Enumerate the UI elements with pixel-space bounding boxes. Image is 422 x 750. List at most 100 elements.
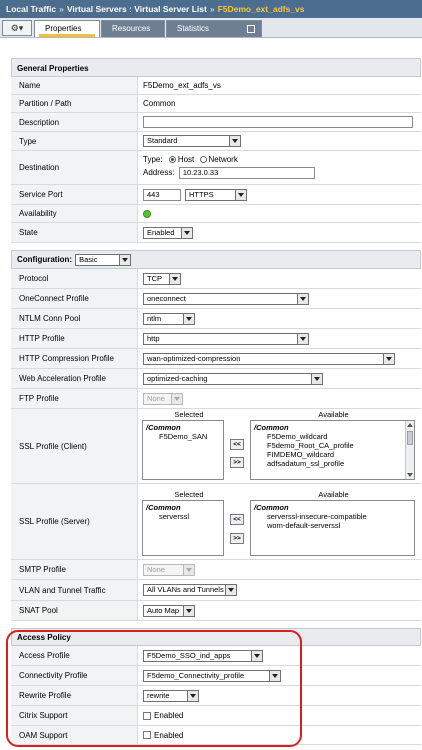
chevron-down-icon <box>183 313 194 324</box>
service-port-select-value: HTTPS <box>189 189 214 199</box>
ssl-server-selected-list[interactable]: /Common serverssl <box>142 500 224 556</box>
move-left-button[interactable]: << <box>230 514 244 525</box>
description-input[interactable] <box>143 116 413 128</box>
move-left-button[interactable]: << <box>230 439 244 450</box>
oneconnect-select[interactable]: oneconnect <box>143 292 309 305</box>
chevron-down-icon <box>297 293 308 304</box>
service-port-input[interactable]: 443 <box>143 188 181 201</box>
tab-statistics[interactable]: Statistics <box>166 20 262 37</box>
oneconnect-row: OneConnect Profile oneconnect <box>11 289 421 309</box>
http-compression-select-value: wan-optimized-compression <box>147 353 241 363</box>
http-profile-select[interactable]: http <box>143 332 309 345</box>
ssl-server-available-list[interactable]: /Common serverssl-insecure-compatible wo… <box>250 500 415 556</box>
chevron-down-icon <box>383 353 394 364</box>
list-item[interactable]: F5demo_Root_CA_profile <box>254 441 411 450</box>
configuration-mode-select[interactable]: Basic <box>75 253 132 266</box>
destination-network-radio[interactable] <box>199 156 207 163</box>
web-acceleration-row: Web Acceleration Profile optimized-cachi… <box>11 369 421 389</box>
scroll-thumb[interactable] <box>407 431 413 445</box>
scroll-up-icon <box>407 423 413 427</box>
ssl-client-label: SSL Profile (Client) <box>11 409 138 483</box>
list-item[interactable]: adfsadatum_ssl_profile <box>254 459 411 468</box>
http-compression-select[interactable]: wan-optimized-compression <box>143 352 395 365</box>
ssl-server-selected-caption: Selected <box>174 490 204 499</box>
tab-properties[interactable]: Properties <box>34 20 100 37</box>
state-select[interactable]: Enabled <box>143 226 193 239</box>
list-group-header: /Common <box>254 423 289 432</box>
partition-row: Partition / Path Common <box>11 95 421 113</box>
breadcrumb-separator: » <box>59 4 64 14</box>
breadcrumb-virtual-server-list[interactable]: Virtual Servers : Virtual Server List <box>67 4 207 14</box>
breadcrumb-local-traffic[interactable]: Local Traffic <box>6 4 56 14</box>
service-port-row: Service Port 443 HTTPS <box>11 185 421 205</box>
protocol-select-value: TCP <box>147 273 162 283</box>
list-item[interactable]: serverssl <box>146 512 220 521</box>
vlan-select[interactable]: All VLANs and Tunnels <box>143 584 237 596</box>
availability-status-icon <box>143 209 151 218</box>
chevron-down-icon <box>169 273 180 284</box>
chevron-down-icon <box>187 690 198 701</box>
configuration-header: Configuration: Basic <box>11 250 421 269</box>
list-item[interactable]: FIMDEMO_wildcard <box>254 450 411 459</box>
oneconnect-label: OneConnect Profile <box>11 289 138 308</box>
ftp-profile-row: FTP Profile None <box>11 389 421 409</box>
gear-menu-button[interactable]: ⚙▾ <box>2 20 32 36</box>
list-group-header: /Common <box>146 423 181 432</box>
configuration-mode-value: Basic <box>79 254 98 264</box>
chevron-down-icon <box>171 393 182 404</box>
oam-support-checkbox[interactable] <box>143 731 151 739</box>
rewrite-profile-select[interactable]: rewrite <box>143 689 199 702</box>
configuration-title: Configuration: <box>17 255 73 264</box>
access-profile-row: Access Profile F5Demo_SSO_ind_apps <box>11 646 421 666</box>
list-item[interactable]: serverssl-insecure-compatible <box>254 512 411 521</box>
list-item[interactable]: F5Demo_wildcard <box>254 432 411 441</box>
citrix-support-checkbox[interactable] <box>143 711 151 720</box>
ntlm-select-value: ntlm <box>147 313 162 323</box>
chevron-down-icon <box>183 564 194 575</box>
name-label: Name <box>11 77 138 94</box>
scrollbar[interactable] <box>405 421 414 479</box>
ssl-client-available-list[interactable]: /Common F5Demo_wildcard F5demo_Root_CA_p… <box>250 420 415 480</box>
ntlm-row: NTLM Conn Pool ntlm <box>11 309 421 329</box>
move-right-button[interactable]: >> <box>230 533 244 544</box>
vlan-row: VLAN and Tunnel Traffic All VLANs and Tu… <box>11 580 421 601</box>
smtp-profile-row: SMTP Profile None <box>11 560 421 580</box>
ftp-profile-select[interactable]: None <box>143 392 183 405</box>
chevron-down-icon <box>119 254 131 265</box>
type-label: Type <box>11 132 138 150</box>
rewrite-profile-row: Rewrite Profile rewrite <box>11 686 421 706</box>
connectivity-profile-select[interactable]: F5demo_Connectivity_profile <box>143 669 281 682</box>
ntlm-select[interactable]: ntlm <box>143 312 195 325</box>
state-label: State <box>11 223 138 242</box>
protocol-row: Protocol TCP <box>11 269 421 289</box>
web-acceleration-select[interactable]: optimized-caching <box>143 372 323 385</box>
destination-address-input[interactable]: 10.23.0.33 <box>178 167 315 179</box>
partition-label: Partition / Path <box>11 95 138 112</box>
list-item[interactable]: F5Demo_SAN <box>146 432 220 441</box>
type-select[interactable]: Standard <box>143 135 241 147</box>
description-label: Description <box>11 113 138 131</box>
partition-value: Common <box>143 99 176 108</box>
ssl-server-available-caption: Available <box>318 490 349 499</box>
vlan-select-value: All VLANs and Tunnels <box>147 585 224 594</box>
ssl-client-selected-list[interactable]: /Common F5Demo_SAN <box>142 420 224 480</box>
http-profile-row: HTTP Profile http <box>11 329 421 349</box>
tab-resources[interactable]: Resources <box>101 20 165 37</box>
snat-pool-select[interactable]: Auto Map <box>143 604 195 617</box>
chevron-down-icon <box>251 650 262 661</box>
scroll-down-icon <box>407 473 413 477</box>
protocol-label: Protocol <box>11 269 138 288</box>
smtp-profile-select[interactable]: None <box>143 563 195 576</box>
list-item[interactable]: wom-default-serverssl <box>254 521 411 530</box>
oneconnect-select-value: oneconnect <box>147 293 186 303</box>
access-profile-label: Access Profile <box>11 646 138 665</box>
type-select-value: Standard <box>147 136 178 145</box>
move-right-button[interactable]: >> <box>230 457 244 468</box>
popout-icon <box>247 25 255 33</box>
access-profile-select[interactable]: F5Demo_SSO_ind_apps <box>143 649 263 662</box>
destination-host-radio[interactable] <box>168 156 176 163</box>
protocol-select[interactable]: TCP <box>143 272 181 285</box>
oam-support-row: OAM Support Enabled <box>11 726 421 745</box>
service-port-select[interactable]: HTTPS <box>185 188 247 201</box>
destination-type-label: Type: <box>143 155 163 164</box>
